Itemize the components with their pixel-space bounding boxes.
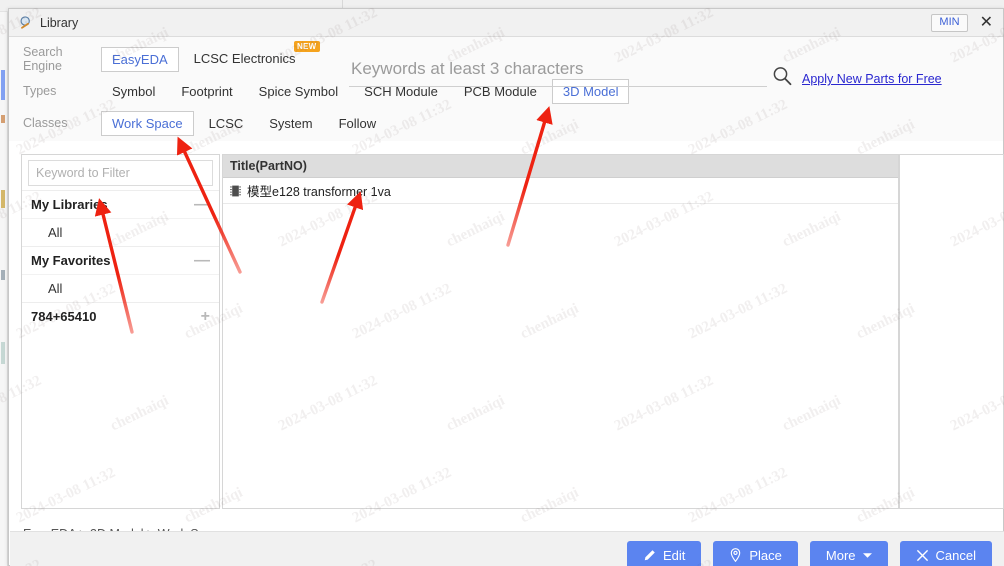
background-tick-amber xyxy=(1,190,5,208)
plus-icon[interactable]: + xyxy=(201,308,210,324)
results-column-header-label: Title(PartNO) xyxy=(230,159,307,173)
sidebar-group-my-libraries-label: My Libraries xyxy=(31,197,108,212)
type-option-spice-symbol[interactable]: Spice Symbol xyxy=(248,79,349,104)
sidebar-group-784-65410-label: 784+65410 xyxy=(31,309,97,324)
dialog-title: Library xyxy=(40,15,79,30)
sidebar-group-784-65410[interactable]: 784+65410 + xyxy=(22,302,219,330)
cancel-button-label: Cancel xyxy=(935,547,976,563)
table-row[interactable]: 模型e128 transformer 1va xyxy=(223,178,898,204)
library-dialog: Library MIN ✕ Search Engine EasyEDA LCSC… xyxy=(8,8,1004,566)
background-tick-teal xyxy=(1,342,5,364)
search-engine-option-easyeda[interactable]: EasyEDA xyxy=(101,46,179,72)
dialog-titlebar: Library MIN ✕ xyxy=(9,9,1003,37)
close-icon xyxy=(916,549,929,562)
window-controls: MIN ✕ xyxy=(931,9,997,37)
search-engine-label: Search Engine xyxy=(23,45,63,73)
more-button-label: More xyxy=(825,547,856,563)
sidebar-item-my-libraries-all-label: All xyxy=(48,225,63,240)
type-option-footprint[interactable]: Footprint xyxy=(170,79,243,104)
sidebar-group-my-libraries[interactable]: My Libraries — xyxy=(22,190,219,218)
place-button[interactable]: Place xyxy=(713,541,798,566)
search-engine-option-lcsc-wrap: LCSC Electronics NEW xyxy=(183,41,320,68)
results-column-header: Title(PartNO) xyxy=(223,155,898,178)
more-button[interactable]: More xyxy=(809,541,888,566)
sidebar-group-my-favorites-label: My Favorites xyxy=(31,253,111,268)
library-sidebar: My Libraries — All My Favorites — All 78… xyxy=(21,154,220,509)
search-submit-icon[interactable] xyxy=(771,65,793,87)
dialog-footer: Edit Place More Cancel xyxy=(10,531,1004,566)
sidebar-item-my-libraries-all[interactable]: All xyxy=(22,218,219,246)
minus-icon[interactable]: — xyxy=(194,252,210,268)
place-button-label: Place xyxy=(749,547,782,563)
search-engine-option-lcsc[interactable]: LCSC Electronics xyxy=(183,46,307,71)
background-tick-orange xyxy=(1,115,5,123)
chip-icon xyxy=(230,185,241,197)
class-option-lcsc[interactable]: LCSC xyxy=(198,111,255,136)
background-app-left-strip xyxy=(0,12,8,566)
filter-bar: Search Engine EasyEDA LCSC Electronics N… xyxy=(9,37,1003,141)
classes-row: Classes Work Space LCSC System Follow xyxy=(23,107,989,139)
new-badge: NEW xyxy=(293,41,320,52)
search-box xyxy=(349,57,767,87)
class-option-system[interactable]: System xyxy=(258,111,323,136)
cancel-button[interactable]: Cancel xyxy=(899,541,992,566)
chevron-down-icon xyxy=(862,552,872,559)
search-input[interactable] xyxy=(349,57,767,87)
search-icon xyxy=(17,14,35,32)
map-pin-icon xyxy=(729,548,742,562)
class-option-follow[interactable]: Follow xyxy=(328,111,388,136)
result-title: 模型e128 transformer 1va xyxy=(247,185,391,199)
edit-button[interactable]: Edit xyxy=(626,541,702,566)
minimize-button[interactable]: MIN xyxy=(931,14,968,32)
background-tick-blue xyxy=(1,70,5,100)
preview-panel xyxy=(899,154,1004,509)
dialog-body: My Libraries — All My Favorites — All 78… xyxy=(15,154,1004,518)
screen: Library MIN ✕ Search Engine EasyEDA LCSC… xyxy=(0,0,1004,566)
edit-button-label: Edit xyxy=(662,547,686,563)
background-tick-steel xyxy=(1,270,5,280)
type-option-symbol[interactable]: Symbol xyxy=(101,79,166,104)
footer-buttons: Edit Place More Cancel xyxy=(626,541,992,566)
sidebar-item-my-favorites-all[interactable]: All xyxy=(22,274,219,302)
sidebar-item-my-favorites-all-label: All xyxy=(48,281,63,296)
classes-label: Classes xyxy=(23,116,68,130)
sidebar-group-my-favorites[interactable]: My Favorites — xyxy=(22,246,219,274)
apply-new-parts-link[interactable]: Apply New Parts for Free xyxy=(802,72,942,86)
results-panel: Title(PartNO) 模型e128 transformer 1va xyxy=(222,154,899,509)
types-label: Types xyxy=(23,84,57,98)
minus-icon[interactable]: — xyxy=(194,196,210,212)
class-option-work-space[interactable]: Work Space xyxy=(101,110,194,136)
pencil-icon xyxy=(643,549,656,562)
close-icon[interactable]: ✕ xyxy=(976,15,997,31)
sidebar-filter-wrap xyxy=(22,155,219,190)
keyword-filter-input[interactable] xyxy=(28,160,213,186)
